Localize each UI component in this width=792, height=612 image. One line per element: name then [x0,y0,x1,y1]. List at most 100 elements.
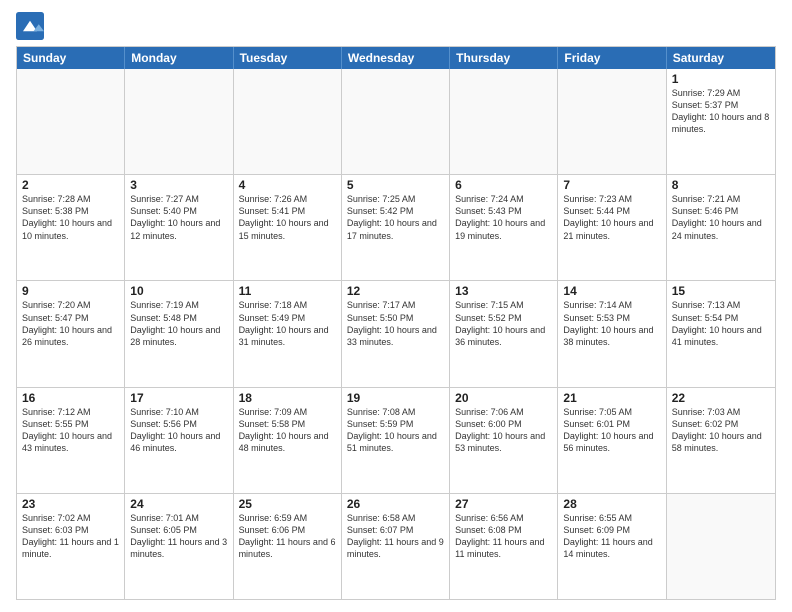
day-cell: 8Sunrise: 7:21 AM Sunset: 5:46 PM Daylig… [667,175,775,280]
day-info: Sunrise: 6:58 AM Sunset: 6:07 PM Dayligh… [347,512,444,561]
day-info: Sunrise: 7:02 AM Sunset: 6:03 PM Dayligh… [22,512,119,561]
day-cell [17,69,125,174]
day-number: 18 [239,391,336,405]
day-header-wednesday: Wednesday [342,47,450,69]
logo-icon [16,12,44,40]
day-info: Sunrise: 7:17 AM Sunset: 5:50 PM Dayligh… [347,299,444,348]
day-number: 4 [239,178,336,192]
day-cell: 10Sunrise: 7:19 AM Sunset: 5:48 PM Dayli… [125,281,233,386]
day-info: Sunrise: 7:03 AM Sunset: 6:02 PM Dayligh… [672,406,770,455]
day-info: Sunrise: 7:15 AM Sunset: 5:52 PM Dayligh… [455,299,552,348]
day-info: Sunrise: 7:23 AM Sunset: 5:44 PM Dayligh… [563,193,660,242]
day-cell: 25Sunrise: 6:59 AM Sunset: 6:06 PM Dayli… [234,494,342,599]
day-number: 13 [455,284,552,298]
day-cell: 15Sunrise: 7:13 AM Sunset: 5:54 PM Dayli… [667,281,775,386]
day-info: Sunrise: 7:09 AM Sunset: 5:58 PM Dayligh… [239,406,336,455]
day-cell: 12Sunrise: 7:17 AM Sunset: 5:50 PM Dayli… [342,281,450,386]
day-cell: 14Sunrise: 7:14 AM Sunset: 5:53 PM Dayli… [558,281,666,386]
day-info: Sunrise: 6:56 AM Sunset: 6:08 PM Dayligh… [455,512,552,561]
day-number: 23 [22,497,119,511]
day-number: 27 [455,497,552,511]
day-number: 8 [672,178,770,192]
day-info: Sunrise: 7:28 AM Sunset: 5:38 PM Dayligh… [22,193,119,242]
day-header-monday: Monday [125,47,233,69]
day-number: 25 [239,497,336,511]
logo [16,12,48,40]
day-cell [558,69,666,174]
day-number: 16 [22,391,119,405]
day-header-tuesday: Tuesday [234,47,342,69]
day-info: Sunrise: 7:08 AM Sunset: 5:59 PM Dayligh… [347,406,444,455]
day-info: Sunrise: 7:21 AM Sunset: 5:46 PM Dayligh… [672,193,770,242]
day-cell: 24Sunrise: 7:01 AM Sunset: 6:05 PM Dayli… [125,494,233,599]
day-number: 17 [130,391,227,405]
week-row-4: 16Sunrise: 7:12 AM Sunset: 5:55 PM Dayli… [17,387,775,493]
day-info: Sunrise: 7:19 AM Sunset: 5:48 PM Dayligh… [130,299,227,348]
day-cell: 23Sunrise: 7:02 AM Sunset: 6:03 PM Dayli… [17,494,125,599]
day-number: 26 [347,497,444,511]
calendar: SundayMondayTuesdayWednesdayThursdayFrid… [16,46,776,600]
day-number: 9 [22,284,119,298]
day-cell [342,69,450,174]
day-cell [667,494,775,599]
day-number: 15 [672,284,770,298]
day-cell: 5Sunrise: 7:25 AM Sunset: 5:42 PM Daylig… [342,175,450,280]
day-headers: SundayMondayTuesdayWednesdayThursdayFrid… [17,47,775,69]
day-cell: 3Sunrise: 7:27 AM Sunset: 5:40 PM Daylig… [125,175,233,280]
day-cell [234,69,342,174]
day-info: Sunrise: 7:26 AM Sunset: 5:41 PM Dayligh… [239,193,336,242]
day-number: 11 [239,284,336,298]
day-number: 24 [130,497,227,511]
day-cell: 11Sunrise: 7:18 AM Sunset: 5:49 PM Dayli… [234,281,342,386]
day-cell: 18Sunrise: 7:09 AM Sunset: 5:58 PM Dayli… [234,388,342,493]
day-cell: 19Sunrise: 7:08 AM Sunset: 5:59 PM Dayli… [342,388,450,493]
day-info: Sunrise: 7:05 AM Sunset: 6:01 PM Dayligh… [563,406,660,455]
day-cell: 22Sunrise: 7:03 AM Sunset: 6:02 PM Dayli… [667,388,775,493]
day-number: 22 [672,391,770,405]
day-info: Sunrise: 7:27 AM Sunset: 5:40 PM Dayligh… [130,193,227,242]
week-row-3: 9Sunrise: 7:20 AM Sunset: 5:47 PM Daylig… [17,280,775,386]
day-info: Sunrise: 7:13 AM Sunset: 5:54 PM Dayligh… [672,299,770,348]
day-cell: 28Sunrise: 6:55 AM Sunset: 6:09 PM Dayli… [558,494,666,599]
day-cell: 1Sunrise: 7:29 AM Sunset: 5:37 PM Daylig… [667,69,775,174]
day-info: Sunrise: 7:10 AM Sunset: 5:56 PM Dayligh… [130,406,227,455]
day-number: 14 [563,284,660,298]
day-number: 1 [672,72,770,86]
day-info: Sunrise: 7:01 AM Sunset: 6:05 PM Dayligh… [130,512,227,561]
day-info: Sunrise: 7:20 AM Sunset: 5:47 PM Dayligh… [22,299,119,348]
day-cell: 13Sunrise: 7:15 AM Sunset: 5:52 PM Dayli… [450,281,558,386]
day-cell: 6Sunrise: 7:24 AM Sunset: 5:43 PM Daylig… [450,175,558,280]
day-number: 21 [563,391,660,405]
day-info: Sunrise: 7:29 AM Sunset: 5:37 PM Dayligh… [672,87,770,136]
day-number: 3 [130,178,227,192]
day-cell: 20Sunrise: 7:06 AM Sunset: 6:00 PM Dayli… [450,388,558,493]
day-number: 12 [347,284,444,298]
week-row-1: 1Sunrise: 7:29 AM Sunset: 5:37 PM Daylig… [17,69,775,174]
day-number: 6 [455,178,552,192]
day-cell: 27Sunrise: 6:56 AM Sunset: 6:08 PM Dayli… [450,494,558,599]
day-cell [125,69,233,174]
week-row-2: 2Sunrise: 7:28 AM Sunset: 5:38 PM Daylig… [17,174,775,280]
day-cell: 9Sunrise: 7:20 AM Sunset: 5:47 PM Daylig… [17,281,125,386]
day-header-saturday: Saturday [667,47,775,69]
day-cell: 16Sunrise: 7:12 AM Sunset: 5:55 PM Dayli… [17,388,125,493]
day-header-thursday: Thursday [450,47,558,69]
day-cell: 7Sunrise: 7:23 AM Sunset: 5:44 PM Daylig… [558,175,666,280]
page-header [16,12,776,40]
calendar-body: 1Sunrise: 7:29 AM Sunset: 5:37 PM Daylig… [17,69,775,599]
week-row-5: 23Sunrise: 7:02 AM Sunset: 6:03 PM Dayli… [17,493,775,599]
day-number: 5 [347,178,444,192]
day-header-friday: Friday [558,47,666,69]
day-number: 20 [455,391,552,405]
day-cell: 21Sunrise: 7:05 AM Sunset: 6:01 PM Dayli… [558,388,666,493]
day-cell [450,69,558,174]
day-cell: 17Sunrise: 7:10 AM Sunset: 5:56 PM Dayli… [125,388,233,493]
day-info: Sunrise: 6:59 AM Sunset: 6:06 PM Dayligh… [239,512,336,561]
day-number: 10 [130,284,227,298]
day-info: Sunrise: 7:06 AM Sunset: 6:00 PM Dayligh… [455,406,552,455]
day-number: 2 [22,178,119,192]
day-info: Sunrise: 7:12 AM Sunset: 5:55 PM Dayligh… [22,406,119,455]
day-cell: 2Sunrise: 7:28 AM Sunset: 5:38 PM Daylig… [17,175,125,280]
day-info: Sunrise: 7:24 AM Sunset: 5:43 PM Dayligh… [455,193,552,242]
day-number: 28 [563,497,660,511]
